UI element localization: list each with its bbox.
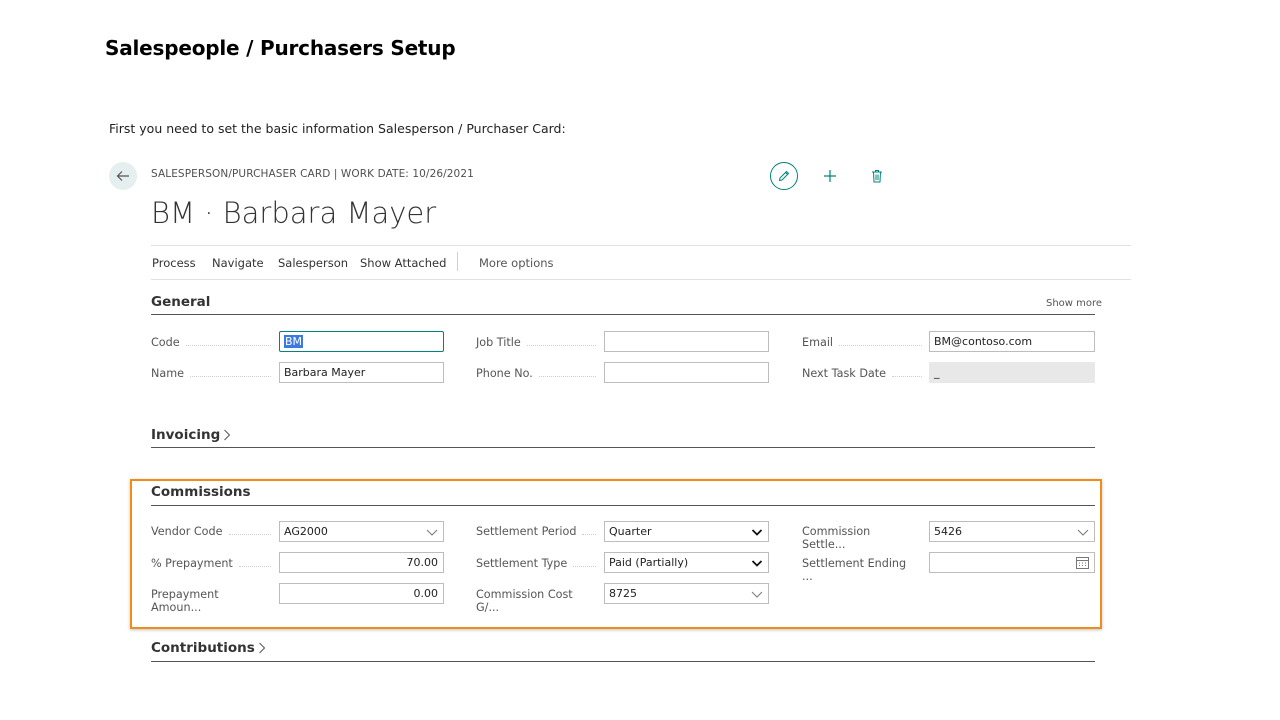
edit-button[interactable] [770,162,798,190]
back-arrow-icon [116,171,129,181]
menu-more-options[interactable]: More options [479,256,554,270]
plus-icon [824,170,836,182]
settlement-period-label: Settlement Period [476,525,596,538]
prepayment-pct-label: % Prepayment [151,557,271,570]
vendor-code-field[interactable]: AG2000 [279,521,444,542]
next-task-date-field: _ [929,362,1095,383]
settlement-period-value: Quarter [609,525,652,538]
commission-cost-field[interactable]: 8725 [604,583,769,604]
section-general-title[interactable]: General [151,294,210,310]
commission-settle-value: 5426 [934,525,962,538]
page-title: BM · Barbara Mayer [151,196,437,230]
calendar-icon[interactable] [1076,556,1089,569]
commission-settle-label: Commission Settle... [802,525,871,551]
chevron-down-icon[interactable] [751,557,763,569]
menu-show-attached[interactable]: Show Attached [360,256,446,270]
new-button[interactable] [818,164,842,188]
vendor-code-value: AG2000 [284,525,328,538]
settlement-type-label: Settlement Type [476,557,596,570]
code-field[interactable]: BM [279,331,444,352]
contributions-label: Contributions [151,640,255,656]
name-label: Name [151,367,271,380]
prepayment-pct-field[interactable]: 70.00 [279,552,444,573]
chevron-right-icon [258,642,266,654]
menu-process[interactable]: Process [152,256,196,270]
email-label: Email [802,336,922,349]
section-contributions-title[interactable]: Contributions [151,640,266,656]
menu-navigate[interactable]: Navigate [212,256,264,270]
chevron-right-icon [224,429,231,441]
show-more-link[interactable]: Show more [1046,298,1102,309]
invoicing-label: Invoicing [151,427,221,443]
job-title-field[interactable] [604,331,769,352]
vendor-code-label: Vendor Code [151,525,271,538]
menu-divider [457,252,458,271]
back-button[interactable] [109,162,137,190]
settlement-ending-date-field[interactable] [929,552,1095,573]
code-label: Code [151,336,271,349]
phone-field[interactable] [604,362,769,383]
section-invoicing-title[interactable]: Invoicing [151,427,231,443]
section-divider [151,661,1095,662]
email-field[interactable]: BM@contoso.com [929,331,1095,352]
name-field[interactable]: Barbara Mayer [279,362,444,383]
chevron-down-icon[interactable] [1077,526,1089,538]
intro-text: First you need to set the basic informat… [109,121,566,136]
delete-button[interactable] [866,164,888,188]
trash-icon [872,170,882,183]
section-commissions-title[interactable]: Commissions [151,484,251,500]
settlement-ending-label: Settlement Ending ... [802,557,907,583]
settlement-type-value: Paid (Partially) [609,556,689,569]
document-title: Salespeople / Purchasers Setup [105,36,456,60]
settlement-period-select[interactable]: Quarter [604,521,769,542]
commission-settle-field[interactable]: 5426 [929,521,1095,542]
chevron-down-icon[interactable] [751,588,763,600]
action-bar: Process Navigate Salesperson Show Attach… [151,245,1131,280]
settlement-type-select[interactable]: Paid (Partially) [604,552,769,573]
breadcrumb: SALESPERSON/PURCHASER CARD | WORK DATE: … [151,168,474,180]
pencil-icon [778,170,790,182]
commission-cost-label: Commission Cost G/... [476,588,573,614]
section-divider [151,505,1095,506]
chevron-down-icon[interactable] [426,526,438,538]
job-title-label: Job Title [476,336,596,349]
section-divider [151,314,1095,315]
commission-cost-value: 8725 [609,587,637,600]
section-divider [151,447,1095,448]
prepayment-amount-label: Prepayment Amoun... [151,588,219,614]
menu-salesperson[interactable]: Salesperson [278,256,348,270]
next-task-date-label: Next Task Date [802,367,922,380]
phone-label: Phone No. [476,367,596,380]
prepayment-amount-field[interactable]: 0.00 [279,583,444,604]
chevron-down-icon[interactable] [751,526,763,538]
